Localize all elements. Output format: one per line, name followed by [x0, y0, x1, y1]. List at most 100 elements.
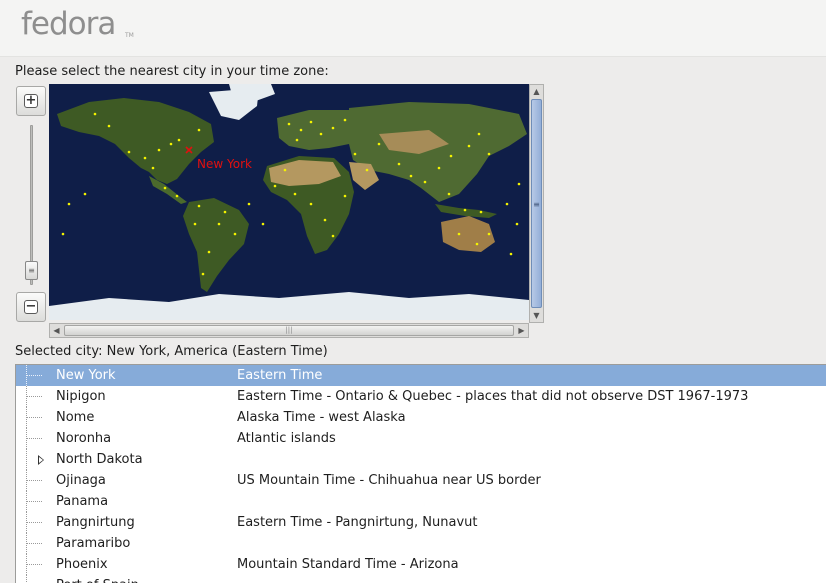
zoom-slider-handle[interactable]: ≡: [25, 261, 38, 280]
city-dot: [331, 126, 335, 130]
tree-branch-line: [26, 501, 42, 502]
city-dot: [365, 168, 369, 172]
tree-vertical-line: [26, 449, 27, 470]
city-row[interactable]: Nome Alaska Time - west Alaska: [16, 407, 826, 428]
tree-branch-line: [26, 417, 42, 418]
city-dot: [515, 222, 519, 226]
city-timezone: Eastern Time - Ontario & Quebec - places…: [237, 389, 749, 404]
scroll-left-arrow-icon[interactable]: ◀: [50, 324, 63, 337]
city-dot: [477, 132, 481, 136]
city-row[interactable]: Nipigon Eastern Time - Ontario & Quebec -…: [16, 386, 826, 407]
minus-icon: −: [24, 299, 38, 314]
city-row[interactable]: Pangnirtung Eastern Time - Pangnirtung, N…: [16, 512, 826, 533]
city-name: Phoenix: [56, 557, 108, 572]
city-dot: [397, 162, 401, 166]
city-dot: [423, 180, 427, 184]
fedora-logo: fedora: [21, 6, 116, 42]
city-dot: [505, 202, 509, 206]
city-dot: [127, 150, 131, 154]
city-dot: [217, 222, 221, 226]
tree-branch-line: [26, 543, 42, 544]
city-dot: [177, 138, 181, 142]
city-dot: [233, 232, 237, 236]
tree-branch-line: [26, 396, 42, 397]
city-row[interactable]: New York Eastern Time: [16, 365, 826, 386]
city-dot: [143, 156, 147, 160]
city-dot: [273, 184, 277, 188]
city-row[interactable]: North Dakota: [16, 449, 826, 470]
city-dot: [295, 138, 299, 142]
map-horizontal-scrollbar[interactable]: ◀ ||| ▶: [49, 323, 529, 338]
timezone-prompt: Please select the nearest city in your t…: [15, 64, 329, 79]
city-dot: [463, 208, 467, 212]
city-row[interactable]: Noronha Atlantic islands: [16, 428, 826, 449]
city-dot: [197, 204, 201, 208]
city-timezone: Eastern Time: [237, 368, 323, 383]
zoom-out-button[interactable]: −: [16, 292, 46, 322]
city-dot: [67, 202, 71, 206]
city-dot: [377, 142, 381, 146]
city-dot: [283, 168, 287, 172]
city-dot: [319, 132, 323, 136]
map-vertical-scrollbar[interactable]: ▲ ≡ ▼: [529, 84, 544, 323]
city-dot: [457, 232, 461, 236]
world-map[interactable]: New York: [49, 84, 529, 320]
city-dot: [509, 252, 513, 256]
city-dot: [467, 144, 471, 148]
city-row[interactable]: Panama: [16, 491, 826, 512]
vertical-scroll-thumb[interactable]: ≡: [531, 99, 542, 308]
city-name: Nipigon: [56, 389, 106, 404]
city-dot: [157, 148, 161, 152]
tree-branch-line: [26, 375, 42, 376]
city-dot: [193, 222, 197, 226]
city-row[interactable]: Phoenix Mountain Standard Time - Arizona: [16, 554, 826, 575]
city-list[interactable]: New York Eastern Time Nipigon Eastern Time …: [15, 364, 826, 583]
city-dot: [447, 192, 451, 196]
scroll-down-arrow-icon[interactable]: ▼: [530, 309, 543, 322]
city-dot: [151, 166, 155, 170]
selected-city-label: Selected city: New York, America (Easter…: [15, 344, 328, 359]
tree-branch-line: [26, 438, 42, 439]
city-dot: [309, 120, 313, 124]
city-row[interactable]: Port of Spain: [16, 575, 826, 583]
city-dot: [343, 194, 347, 198]
scroll-right-arrow-icon[interactable]: ▶: [515, 324, 528, 337]
city-dot: [261, 222, 265, 226]
city-dot: [83, 192, 87, 196]
city-dot: [309, 202, 313, 206]
trademark-mark: TM: [125, 32, 134, 39]
city-name: Panama: [56, 494, 109, 509]
city-dot: [175, 194, 179, 198]
city-dot: [449, 154, 453, 158]
city-timezone: Mountain Standard Time - Arizona: [237, 557, 459, 572]
city-dot: [287, 122, 291, 126]
city-name: Pangnirtung: [56, 515, 135, 530]
city-dot: [223, 210, 227, 214]
city-timezone: Atlantic islands: [237, 431, 336, 446]
new-york-marker-label: New York: [197, 157, 252, 171]
horizontal-scroll-thumb[interactable]: |||: [64, 325, 514, 336]
zoom-in-button[interactable]: +: [16, 86, 46, 116]
city-timezone: Alaska Time - west Alaska: [237, 410, 406, 425]
city-dot: [343, 118, 347, 122]
expand-arrow-icon[interactable]: [38, 455, 44, 465]
city-row[interactable]: Ojinaga US Mountain Time - Chihuahua near…: [16, 470, 826, 491]
city-dot: [353, 152, 357, 156]
city-dot: [479, 210, 483, 214]
city-row[interactable]: Paramaribo: [16, 533, 826, 554]
tree-branch-line: [26, 522, 42, 523]
city-name: Ojinaga: [56, 473, 106, 488]
city-name: Paramaribo: [56, 536, 131, 551]
city-dot: [331, 234, 335, 238]
city-dot: [293, 192, 297, 196]
city-dot: [487, 152, 491, 156]
scroll-up-arrow-icon[interactable]: ▲: [530, 85, 543, 98]
city-dot: [169, 142, 173, 146]
tree-branch-line: [26, 480, 42, 481]
city-dot: [409, 174, 413, 178]
city-name: Port of Spain: [56, 575, 139, 583]
tree-vertical-line: [26, 575, 27, 583]
header-banner: fedora TM: [0, 0, 826, 57]
city-dot: [201, 272, 205, 276]
city-dot: [299, 128, 303, 132]
